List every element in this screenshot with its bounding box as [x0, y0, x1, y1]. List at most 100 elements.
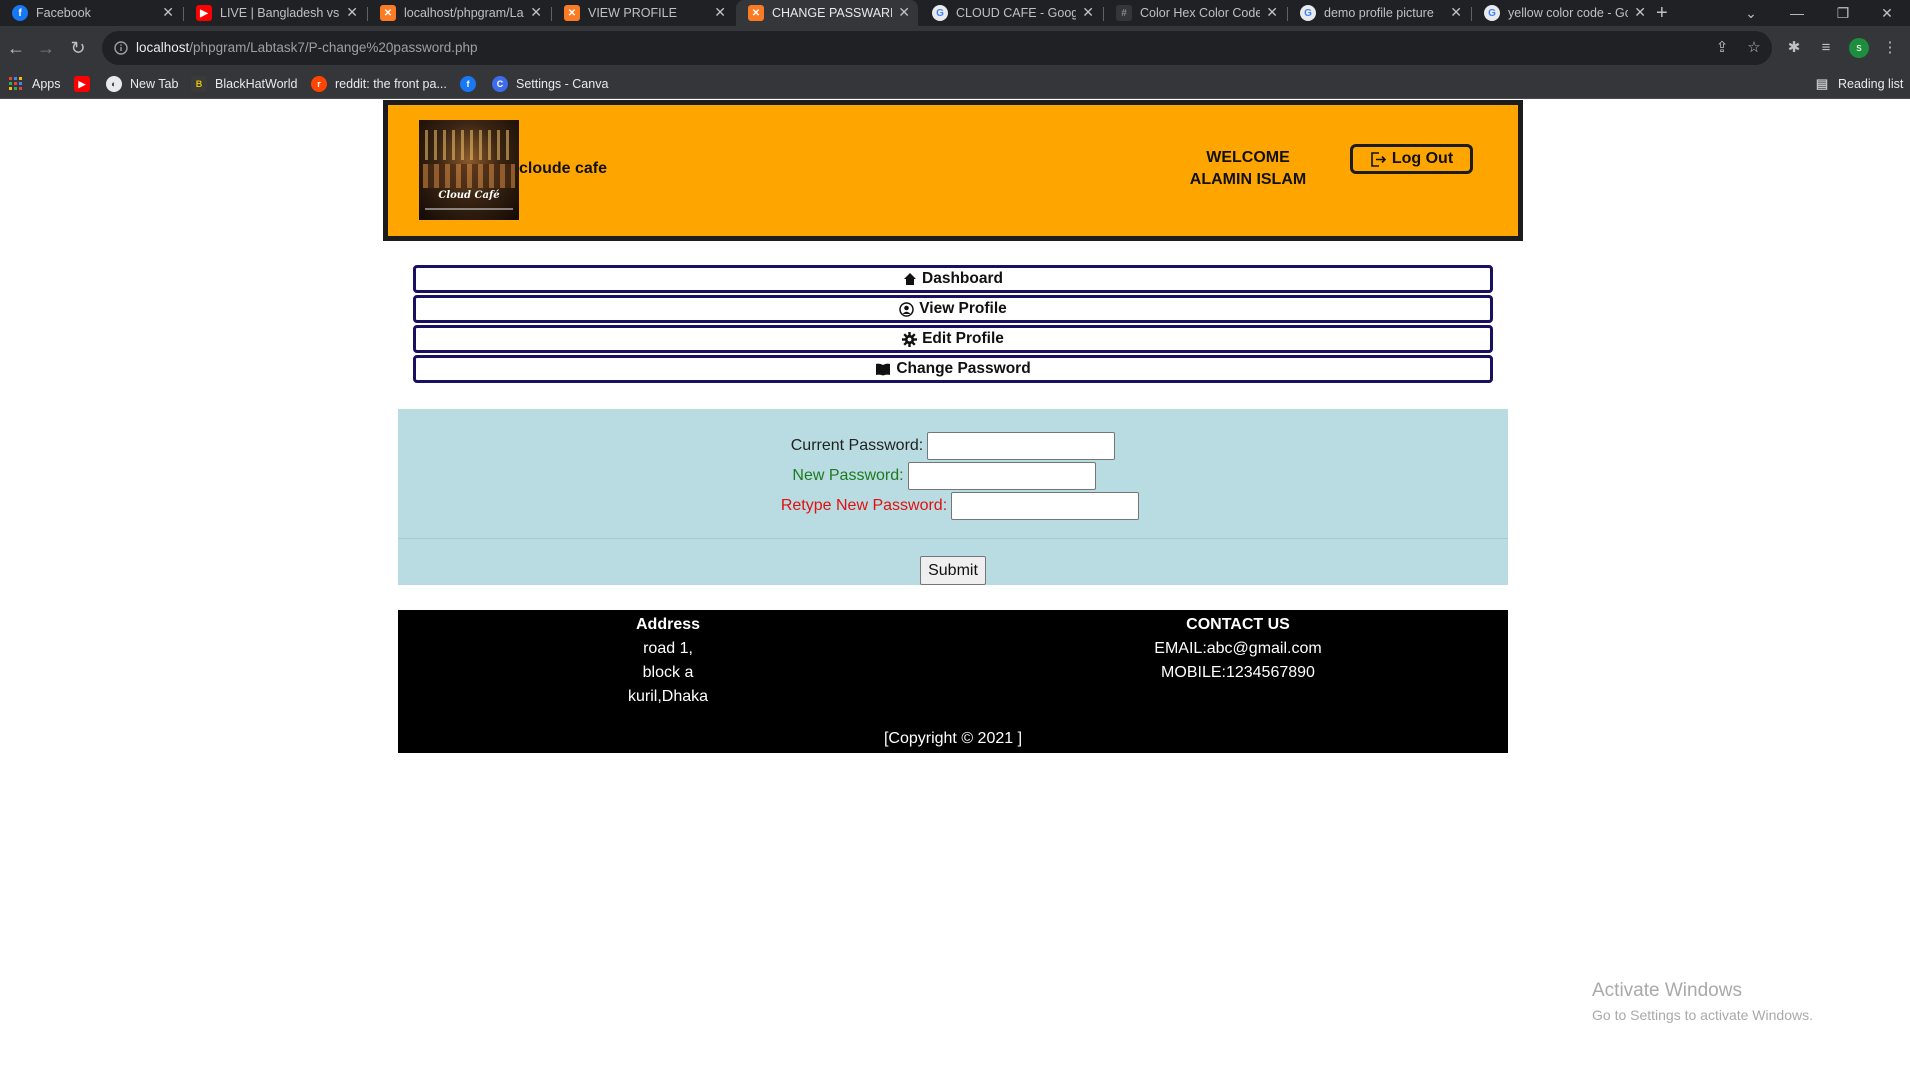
menu-icon[interactable]: ⋮: [1880, 38, 1900, 58]
tab-change-password[interactable]: ✕ CHANGE PASSWARD ✕: [736, 0, 918, 26]
bookmark-canva[interactable]: C Settings - Canva: [492, 76, 608, 92]
nav-dashboard-button[interactable]: Dashboard: [413, 265, 1493, 293]
media-queue-icon[interactable]: ≡: [1816, 38, 1836, 58]
user-name: ALAMIN ISLAM: [1189, 171, 1307, 188]
close-icon[interactable]: ✕: [898, 4, 910, 21]
tab-facebook[interactable]: f Facebook ✕: [0, 0, 182, 26]
tab-title: Color Hex Color Code: [1140, 6, 1260, 20]
tab-title: yellow color code - Gc: [1508, 6, 1628, 20]
tab-title: LIVE | Bangladesh vs P: [220, 6, 340, 20]
nav-label: View Profile: [919, 300, 1007, 317]
extensions-icon[interactable]: ✱: [1784, 38, 1804, 58]
blackhatworld-icon: B: [191, 76, 207, 92]
tab-cloud-cafe-google[interactable]: G CLOUD CAFE - Google ✕: [920, 0, 1102, 26]
windows-activation-watermark: Activate Windows Go to Settings to activ…: [1592, 980, 1813, 1023]
welcome-label: WELCOME: [1206, 149, 1290, 166]
nav-edit-profile-button[interactable]: Edit Profile: [413, 325, 1493, 353]
tab-title: CHANGE PASSWARD: [772, 6, 892, 20]
youtube-icon: ▶: [74, 76, 90, 92]
close-window-button[interactable]: ✕: [1864, 0, 1910, 26]
current-password-row: Current Password:: [398, 432, 1508, 460]
nav-label: Edit Profile: [922, 330, 1004, 347]
bookmark-apps[interactable]: Apps: [8, 76, 61, 92]
retype-password-input[interactable]: [951, 492, 1140, 520]
contact-mobile: MOBILE:1234567890: [1161, 664, 1315, 681]
tab-title: VIEW PROFILE: [588, 6, 677, 20]
reading-list-button[interactable]: ▤ Reading list: [1814, 76, 1903, 92]
close-icon[interactable]: ✕: [1082, 4, 1094, 21]
reload-button[interactable]: ↻: [66, 36, 90, 60]
logout-icon: [1371, 151, 1386, 167]
watermark-title: Activate Windows: [1592, 980, 1742, 1001]
nav-label: Change Password: [896, 360, 1031, 377]
back-button[interactable]: ←: [4, 36, 28, 60]
page-content: Cloud Café cloude cafe WELCOME ALAMIN IS…: [0, 99, 1910, 1071]
close-icon[interactable]: ✕: [714, 4, 726, 21]
share-icon[interactable]: ⇪: [1712, 38, 1732, 58]
new-password-row: New Password:: [398, 462, 1508, 490]
google-icon: G: [1300, 5, 1316, 21]
close-icon[interactable]: ✕: [1450, 4, 1462, 21]
xampp-icon: ✕: [564, 5, 580, 21]
form-divider: [398, 538, 1508, 539]
url-path: /phpgram/Labtask7/P-change%20password.ph…: [189, 40, 478, 55]
submit-button[interactable]: Submit: [920, 556, 986, 585]
chrome-icon: ◐: [106, 76, 122, 92]
nav-view-profile-button[interactable]: View Profile: [413, 295, 1493, 323]
address-bar[interactable]: localhost/phpgram/Labtask7/P-change%20pa…: [102, 31, 1772, 65]
tab-title: CLOUD CAFE - Google: [956, 6, 1076, 20]
tab-color-hex[interactable]: # Color Hex Color Code ✕: [1104, 0, 1286, 26]
welcome-message: WELCOME ALAMIN ISLAM: [1158, 147, 1338, 191]
tab-title: Facebook: [36, 6, 91, 20]
tab-demo-profile[interactable]: G demo profile picture ✕: [1288, 0, 1470, 26]
bookmark-facebook[interactable]: f: [460, 76, 484, 92]
logout-button[interactable]: Log Out: [1350, 144, 1473, 174]
close-icon[interactable]: ✕: [1634, 4, 1646, 21]
url-host: localhost: [136, 40, 190, 55]
book-icon: [875, 363, 891, 376]
bookmark-youtube[interactable]: ▶: [74, 76, 98, 92]
bookmark-blackhatworld[interactable]: B BlackHatWorld: [191, 76, 297, 92]
reading-list-icon: ▤: [1815, 76, 1829, 91]
facebook-icon: f: [12, 5, 28, 21]
colorhex-icon: #: [1116, 5, 1132, 21]
address-line: road 1,: [643, 640, 693, 657]
close-icon[interactable]: ✕: [1266, 4, 1278, 21]
new-tab-button[interactable]: +: [1656, 0, 1668, 26]
retype-password-row: Retype New Password:: [398, 492, 1508, 520]
forward-button[interactable]: →: [34, 36, 58, 60]
nav-change-password-button[interactable]: Change Password: [413, 355, 1493, 383]
canva-icon: C: [492, 76, 508, 92]
bookmark-new-tab[interactable]: ◐ New Tab: [106, 76, 178, 92]
info-icon[interactable]: [114, 40, 128, 56]
brand-name: cloude cafe: [519, 160, 608, 177]
footer-contact: CONTACT US EMAIL:abc@gmail.com MOBILE:12…: [1138, 613, 1338, 685]
restore-button[interactable]: ❐: [1820, 0, 1866, 26]
facebook-icon: f: [460, 76, 476, 92]
tab-yellow-color[interactable]: G yellow color code - Gc ✕: [1472, 0, 1654, 26]
nav-menu: Dashboard View Profile Edit Profile Chan…: [413, 265, 1493, 385]
tab-view-profile[interactable]: ✕ VIEW PROFILE ✕: [552, 0, 734, 26]
new-password-input[interactable]: [907, 462, 1096, 490]
tab-localhost[interactable]: ✕ localhost/phpgram/La ✕: [368, 0, 550, 26]
tab-youtube-live[interactable]: ▶ LIVE | Bangladesh vs P ✕: [184, 0, 366, 26]
close-icon[interactable]: ✕: [162, 4, 174, 21]
nav-label: Dashboard: [922, 270, 1003, 287]
site-footer: Address road 1, block a kuril,Dhaka CONT…: [398, 610, 1508, 753]
xampp-icon: ✕: [380, 5, 396, 21]
tab-search-icon[interactable]: ⌄: [1728, 0, 1774, 26]
copyright-text: [Copyright © 2021 ]: [883, 730, 1023, 747]
change-password-form: Current Password: New Password: Retype N…: [398, 409, 1508, 585]
new-password-label: New Password:: [792, 467, 904, 484]
user-circle-icon: [899, 301, 914, 317]
bookmark-reddit[interactable]: r reddit: the front pa...: [311, 76, 447, 92]
close-icon[interactable]: ✕: [346, 4, 358, 21]
bookmark-star-icon[interactable]: ☆: [1744, 38, 1764, 58]
profile-avatar[interactable]: s: [1849, 38, 1869, 58]
close-icon[interactable]: ✕: [530, 4, 542, 21]
bookmarks-bar: Apps ▶ ◐ New Tab B BlackHatWorld r reddi…: [0, 70, 1910, 99]
apps-grid-icon: [8, 76, 24, 92]
minimize-button[interactable]: —: [1774, 0, 1820, 26]
google-icon: G: [932, 5, 948, 21]
current-password-input[interactable]: [927, 432, 1116, 460]
